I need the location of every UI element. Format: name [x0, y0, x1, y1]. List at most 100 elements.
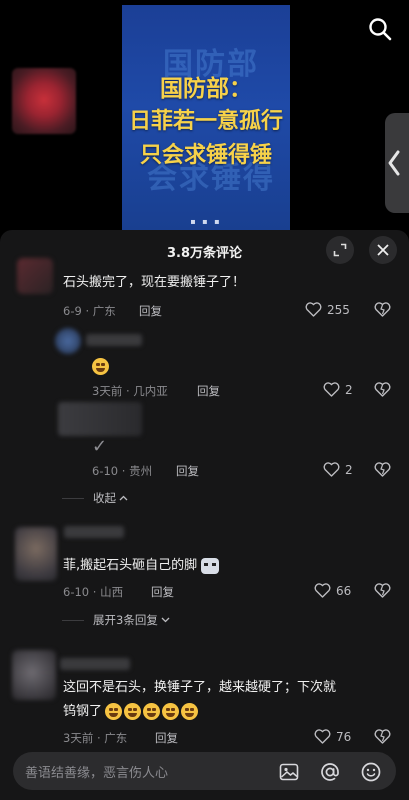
like-count: 2	[345, 462, 353, 477]
chevron-up-icon	[119, 495, 128, 501]
video-thumbnail: 国防部 会求锤得 国防部： 日菲若一意孤行 只会求锤得锤 ▪ ▪ ▪	[122, 5, 290, 230]
headline-line2: 日菲若一意孤行	[128, 108, 283, 134]
dislike-button[interactable]	[374, 583, 391, 602]
grinning-face-icon	[143, 703, 161, 720]
like-count: 2	[345, 382, 353, 397]
comment-meta: 6-10 · 山西	[63, 585, 124, 599]
emoji-icon	[361, 762, 381, 782]
comment-input[interactable]: 善语结善缘，恶言伤人心	[13, 752, 396, 790]
heart-icon	[323, 462, 340, 477]
username-blurred	[86, 334, 142, 346]
reply-button[interactable]: 回复	[197, 383, 220, 399]
comment-location: 几内亚	[133, 384, 168, 398]
emoji-button[interactable]	[360, 761, 382, 783]
dislike-button[interactable]	[374, 302, 391, 321]
comment-meta: 3天前 · 广东	[63, 731, 128, 745]
comment-location: 山西	[100, 585, 124, 599]
like-button[interactable]: 76	[314, 729, 351, 744]
comment-text: 菲,搬起石头砸自己的脚	[63, 555, 220, 577]
comment-location: 广东	[92, 304, 116, 318]
cat-emoji-icon	[201, 557, 220, 574]
comment-date: 3天前	[92, 384, 123, 398]
expand-replies-button[interactable]: 展开3条回复	[62, 612, 170, 628]
avatar-blurred-block[interactable]	[58, 402, 142, 436]
divider	[62, 497, 84, 499]
like-button[interactable]: 2	[323, 462, 353, 477]
headline-line1: 国防部：	[160, 75, 252, 102]
comment-text-line1: 这回不是石头，换锤子了，越来越硬了；下次就	[63, 680, 337, 695]
avatar[interactable]	[12, 650, 56, 700]
broadcaster-logo: ▪ ▪ ▪	[190, 217, 222, 226]
video-area[interactable]: 国防部 会求锤得 国防部： 日菲若一意孤行 只会求锤得锤 ▪ ▪ ▪	[0, 0, 409, 230]
heart-icon	[305, 302, 322, 317]
mention-button[interactable]	[319, 761, 341, 783]
dislike-button[interactable]	[374, 462, 391, 481]
search-button[interactable]	[367, 16, 393, 42]
comment-text-content: 钨钢了	[63, 704, 103, 719]
grinning-face-icon	[124, 703, 142, 720]
comment-location: 贵州	[129, 464, 153, 478]
at-icon	[321, 763, 339, 781]
like-count: 76	[336, 729, 352, 744]
like-button[interactable]: 2	[323, 382, 353, 397]
comment-meta: 6-10 · 贵州	[92, 464, 153, 478]
grinning-face-icon	[162, 703, 180, 720]
divider	[62, 619, 84, 621]
broken-heart-icon	[374, 462, 391, 477]
comment-date: 6-10	[92, 464, 119, 478]
broken-heart-icon	[374, 302, 391, 317]
avatar[interactable]	[15, 527, 57, 581]
reply-button[interactable]: 回复	[139, 303, 162, 319]
heart-icon	[314, 583, 331, 598]
expand-label: 展开3条回复	[93, 613, 158, 627]
collapse-label: 收起	[93, 491, 116, 505]
side-panel-handle[interactable]	[385, 113, 409, 213]
comment-date: 6-9	[63, 304, 82, 318]
grinning-face-icon	[181, 703, 199, 720]
avatar[interactable]	[17, 258, 53, 294]
comment-input-placeholder: 善语结善缘，恶言伤人心	[25, 766, 169, 781]
like-button[interactable]: 66	[314, 583, 351, 598]
heart-icon	[314, 729, 331, 744]
comments-panel: 3.8万条评论 石头搬完了，现在要搬锤子了！ 6-9 · 广东 回复 255 3…	[0, 230, 409, 800]
comment-text: 石头搬完了，现在要搬锤子了！	[63, 275, 246, 290]
reply-button[interactable]: 回复	[176, 463, 199, 479]
broken-heart-icon	[374, 382, 391, 397]
like-button[interactable]: 255	[305, 302, 350, 317]
reply-button[interactable]: 回复	[155, 730, 178, 746]
broken-heart-icon	[374, 729, 391, 744]
comment-emoji	[92, 356, 111, 375]
expand-icon	[333, 243, 347, 257]
like-count: 255	[327, 302, 350, 317]
image-icon	[279, 763, 299, 781]
chevron-down-icon	[161, 617, 170, 623]
comment-location: 广东	[104, 731, 128, 745]
dislike-button[interactable]	[374, 729, 391, 748]
grinning-face-icon	[105, 703, 123, 720]
heart-icon	[323, 382, 340, 397]
headline-line3: 只会求锤得锤	[139, 142, 272, 168]
dislike-button[interactable]	[374, 382, 391, 401]
avatar[interactable]	[55, 328, 81, 354]
comment-text-content: 菲,搬起石头砸自己的脚	[63, 558, 198, 573]
image-button[interactable]	[278, 761, 300, 783]
comment-text-line2: 钨钢了	[63, 701, 200, 723]
close-icon	[377, 244, 389, 256]
fullscreen-button[interactable]	[326, 236, 354, 264]
reply-button[interactable]: 回复	[151, 584, 174, 600]
username-blurred	[60, 658, 130, 670]
checkmark-icon: ✓	[92, 436, 108, 457]
grinning-face-icon	[92, 358, 109, 375]
comment-meta: 6-9 · 广东	[63, 304, 116, 318]
search-icon	[369, 18, 392, 41]
comment-date: 3天前	[63, 731, 94, 745]
like-count: 66	[336, 583, 352, 598]
collapse-replies-button[interactable]: 收起	[62, 490, 128, 506]
comment-meta: 3天前 · 几内亚	[92, 384, 168, 398]
comment-date: 6-10	[63, 585, 90, 599]
blurred-overlay-image	[12, 68, 76, 134]
close-button[interactable]	[369, 236, 397, 264]
chevron-left-icon	[388, 150, 400, 176]
broken-heart-icon	[374, 583, 391, 598]
username-blurred	[64, 526, 124, 538]
